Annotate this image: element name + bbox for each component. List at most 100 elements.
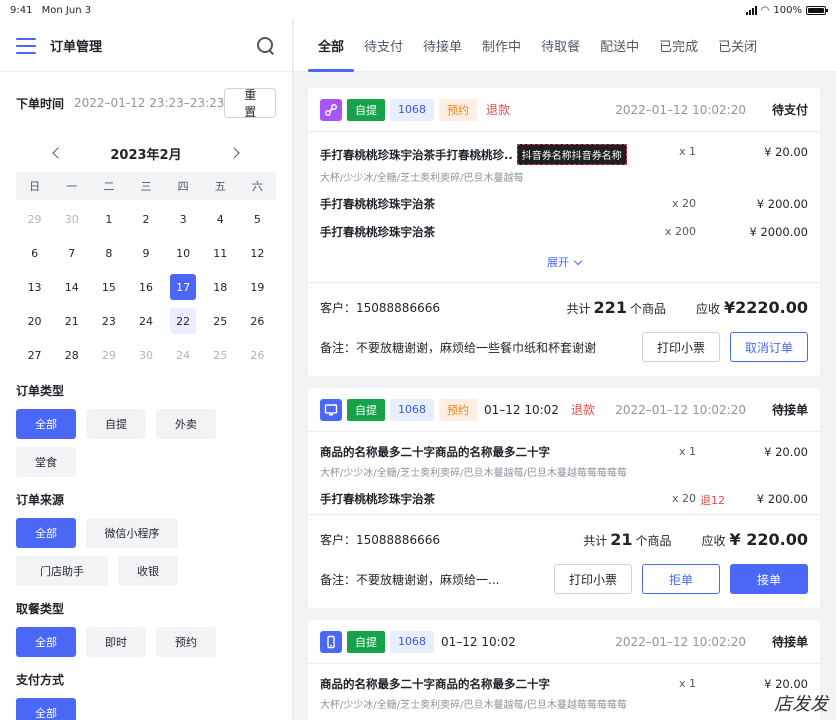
order-number-tag: 1068 [390,398,434,421]
order-summary: 客户：15088886666 共计 221 个商品 应收 ¥2220.00 [308,282,820,332]
meal-type-option[interactable]: 全部 [16,627,76,657]
prev-month-icon[interactable] [52,147,65,159]
action-button-2[interactable]: 接单 [730,564,808,594]
order-source-option[interactable]: 收银 [118,556,178,586]
item-qty: x 20 [671,197,696,210]
wifi-icon: ◠ [760,4,770,16]
order-status: 待支付 [771,103,808,117]
calendar-day[interactable]: 27 [16,342,53,368]
calendar-day[interactable]: 9 [127,240,164,266]
order-type-option[interactable]: 堂食 [16,447,76,477]
reset-button[interactable]: 重置 [224,88,276,119]
item-name: 商品的名称最多二十字商品的名称最多二十字 [320,677,550,691]
item-name: 手打春桃桃珍珠宇治茶 [320,492,435,506]
due-label: 应收 [695,302,720,316]
order-source-option[interactable]: 全部 [16,518,76,548]
calendar-day[interactable]: 11 [202,240,239,266]
battery-text: 100% [773,4,802,16]
calendar-day[interactable]: 6 [16,240,53,266]
order-type-option[interactable]: 自提 [86,409,146,439]
calendar-day[interactable]: 18 [202,274,239,300]
order-source-option[interactable]: 门店助手 [16,556,108,586]
order-type-option[interactable]: 全部 [16,409,76,439]
search-icon[interactable] [256,36,276,56]
calendar-day[interactable]: 30 [127,342,164,368]
watermark: 店发发 [774,694,828,715]
calendar-day[interactable]: 7 [53,240,90,266]
calendar-day[interactable]: 17 [165,274,202,300]
calendar-day[interactable]: 19 [239,274,276,300]
calendar-day[interactable]: 30 [53,206,90,232]
tab-3[interactable]: 制作中 [472,20,531,72]
item-name-block: 手打春桃桃珍珠宇治茶 [320,491,636,507]
calendar-day[interactable]: 5 [239,206,276,232]
order-items: 商品的名称最多二十字商品的名称最多二十字 大杯/少少冰/全糖/芝士奥利奥碎/巴旦木… [308,664,820,720]
calendar-day[interactable]: 24 [165,342,202,368]
calendar-day[interactable]: 2 [127,206,164,232]
meal-type-option[interactable]: 预约 [156,627,216,657]
calendar-header: 2023年2月 [0,134,292,172]
order-source-option[interactable]: 微信小程序 [86,518,178,548]
order-status: 待接单 [771,403,808,417]
calendar-day[interactable]: 3 [165,206,202,232]
due-label: 应收 [701,534,726,548]
tab-6[interactable]: 已完成 [649,20,708,72]
item-price: ¥ 200.00 [756,492,808,506]
calendar-day[interactable]: 10 [165,240,202,266]
order-card-header: 自提 1068 预约 退款 2022–01–12 10:02:20 待支付 [308,88,820,132]
action-button-0[interactable]: 打印小票 [641,332,720,362]
calendar-day[interactable]: 26 [239,342,276,368]
calendar-day[interactable]: 14 [53,274,90,300]
calendar-day[interactable]: 1 [90,206,127,232]
order-summary: 客户：15088886666 共计 21 个商品 应收 ¥ 220.00 [308,514,820,564]
order-card[interactable]: 自提 1068 01–12 10:02 2022–01–12 10:02:20 待接单商… [308,620,820,720]
tab-7[interactable]: 已关闭 [708,20,767,72]
order-card[interactable]: 自提 1068 预约 01–12 10:02 退款 2022–01–12 10:02:20… [308,388,820,608]
calendar-day[interactable]: 12 [239,240,276,266]
calendar-day[interactable]: 23 [90,308,127,334]
calendar-day[interactable]: 29 [90,342,127,368]
tab-5[interactable]: 配送中 [590,20,649,72]
calendar-day[interactable]: 29 [16,206,53,232]
calendar-day[interactable]: 26 [239,308,276,334]
order-type-option[interactable]: 外卖 [156,409,216,439]
expand-label: 展开 [547,256,569,269]
pay-method-option[interactable]: 全部 [16,698,76,720]
expand-toggle[interactable]: 展开 [308,246,820,282]
menu-icon[interactable] [16,37,36,54]
meal-type-option[interactable]: 即时 [86,627,146,657]
date-range-value[interactable]: 2022–01-12 23:23–23:23 [74,96,224,110]
order-items: 手打春桃桃珍珠宇治茶手打春桃桃珍.. 抖音券名称抖音券名称 大杯/少少冰/全糖/芝士… [308,132,820,246]
total-prefix: 共计 [583,534,608,548]
action-button-1[interactable]: 取消订单 [729,332,808,362]
calendar-day[interactable]: 24 [127,308,164,334]
calendar-day[interactable]: 15 [90,274,127,300]
calendar-day[interactable]: 21 [53,308,90,334]
tab-2[interactable]: 待接单 [413,20,472,72]
order-card[interactable]: 自提 1068 预约 退款 2022–01–12 10:02:20 待支付 手打春桃桃珍珠宇… [308,88,820,376]
action-button-0[interactable]: 打印小票 [553,564,632,594]
calendar-day[interactable]: 22 [165,308,202,334]
tab-0[interactable]: 全部 [308,20,355,72]
tab-1[interactable]: 待支付 [354,20,413,72]
next-month-icon[interactable] [227,147,240,159]
calendar-day[interactable]: 20 [16,308,53,334]
calendar-day-number: 26 [250,348,265,362]
calendar-day[interactable]: 25 [202,342,239,368]
calendar-day[interactable]: 8 [90,240,127,266]
meal-type-options: 全部 即时 预约 [16,627,276,657]
calendar-day[interactable]: 4 [202,206,239,232]
refund-label: 退款 [486,103,511,117]
item-name: 手打春桃桃珍珠宇治茶 [320,197,435,211]
calendar-day[interactable]: 13 [16,274,53,300]
action-button-1[interactable]: 拒单 [642,564,720,594]
tab-4[interactable]: 待取餐 [531,20,590,72]
calendar-day[interactable]: 25 [202,308,239,334]
pickup-tag: 自提 [347,98,385,121]
order-card-header: 自提 1068 01–12 10:02 2022–01–12 10:02:20 待接单 [308,620,820,664]
calendar-day-number: 17 [170,274,197,300]
calendar-day-number: 28 [64,348,79,362]
calendar-day[interactable]: 16 [127,274,164,300]
calendar-day[interactable]: 28 [53,342,90,368]
order-card-header: 自提 1068 预约 01–12 10:02 退款 2022–01–12 10:02:20… [308,388,820,432]
